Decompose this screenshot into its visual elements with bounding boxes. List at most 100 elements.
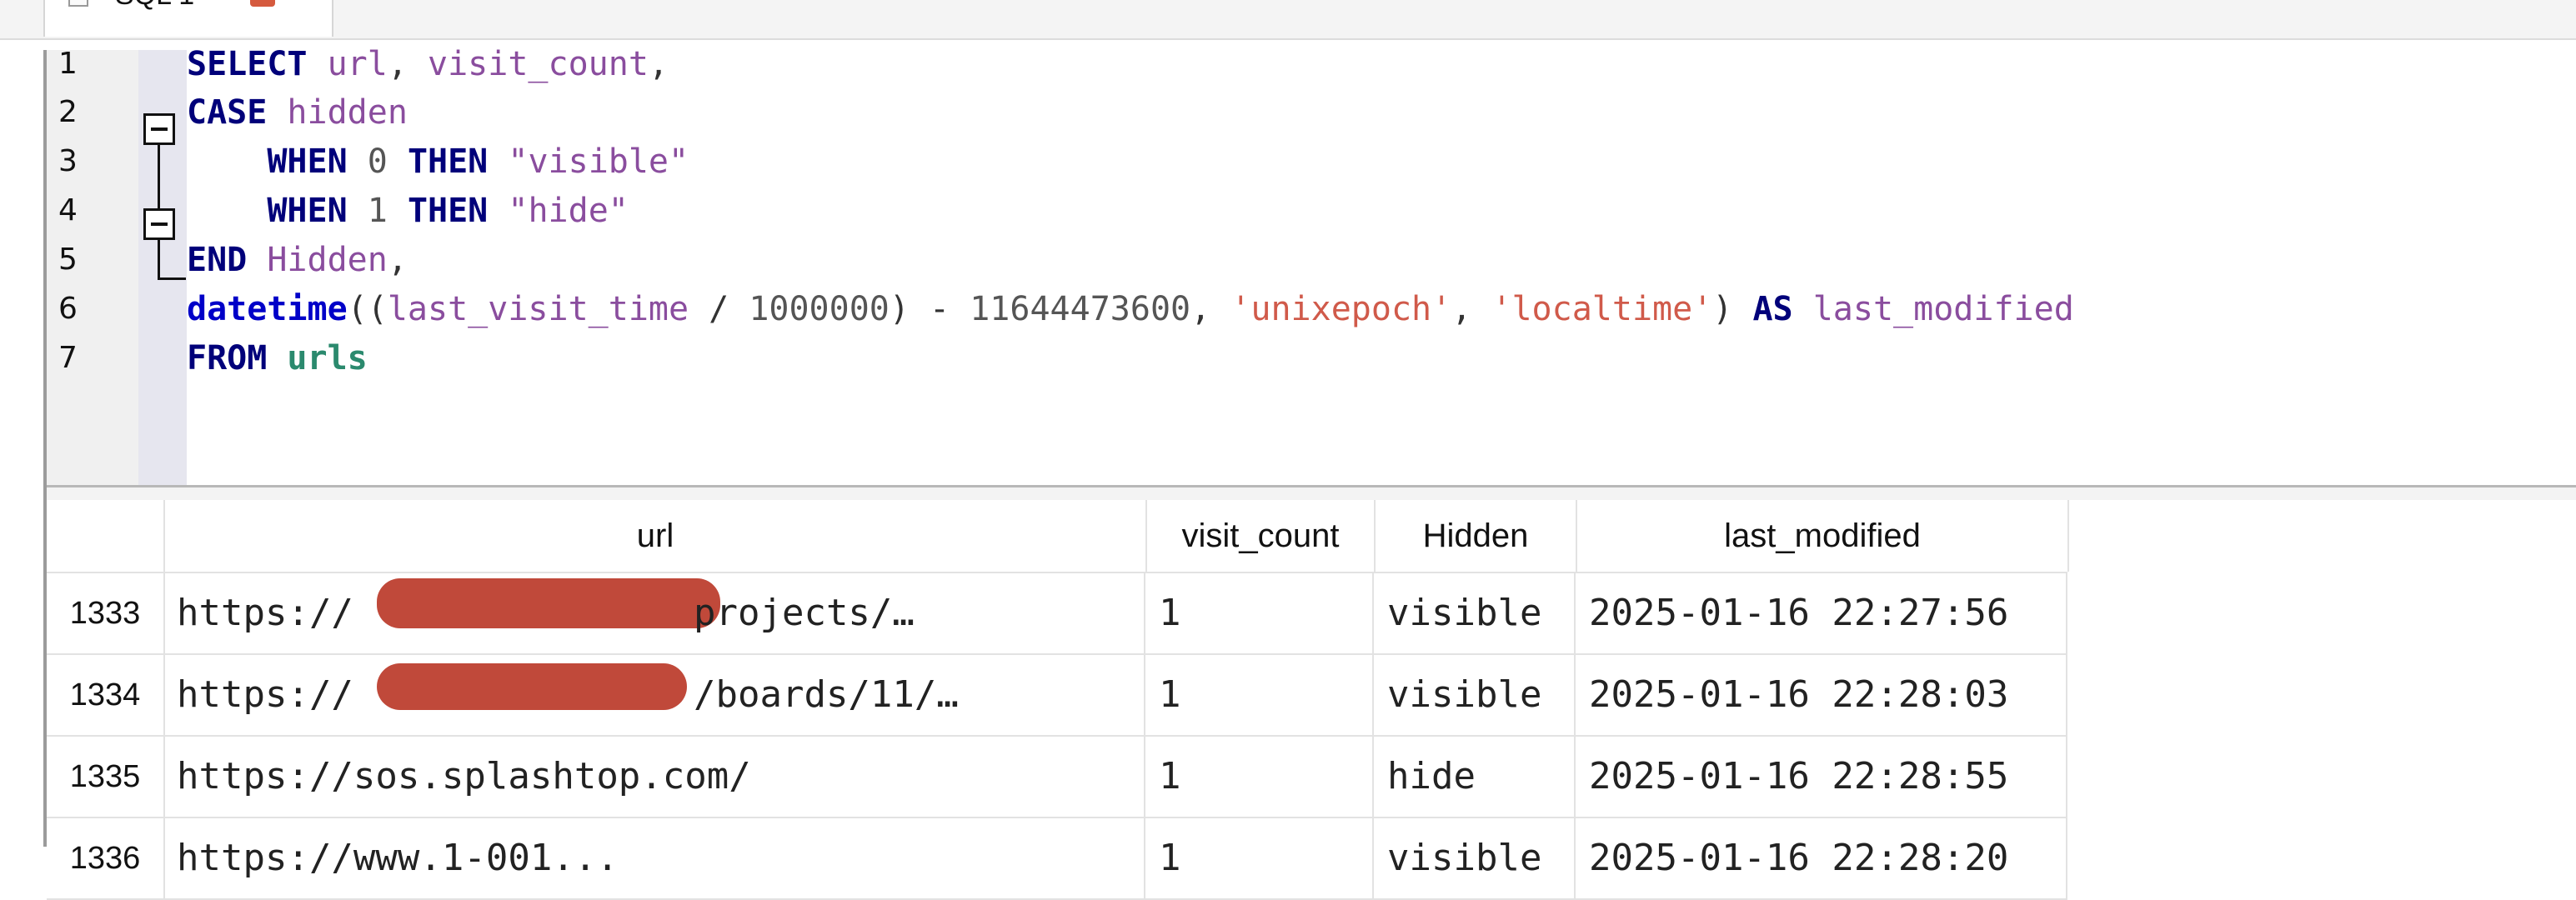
code-token: visit_count: [428, 45, 649, 83]
code-token: AS: [1752, 290, 1793, 328]
cell-url[interactable]: https://www.1-001...: [165, 818, 1145, 898]
code-token: ,: [387, 241, 408, 279]
fold-collapse-icon[interactable]: [143, 208, 175, 240]
column-header-last-modified[interactable]: last_modified: [1577, 500, 2069, 572]
cell-last-modified[interactable]: 2025-01-16 22:28:03: [1577, 655, 2067, 735]
row-number-header: [47, 500, 165, 572]
table-row[interactable]: 1333 https:// projects/… 1 visible 2025-01-16…: [47, 573, 2067, 655]
table-row[interactable]: 1335 https://sos.splashtop.com/1 hide 2025-…: [47, 737, 2067, 818]
row-number: 1333: [47, 573, 165, 653]
code-line[interactable]: WHEN 0 THEN "visible": [187, 138, 689, 186]
code-token: 11644473600: [970, 290, 1191, 328]
tab-sql-1[interactable]: SQL 1* ×: [43, 0, 333, 37]
code-token: "visible": [508, 142, 689, 181]
redaction-mark: [377, 578, 720, 628]
column-header-visit-count[interactable]: visit_count: [1147, 500, 1376, 572]
code-token: END: [187, 241, 248, 279]
code-token: CASE: [187, 93, 268, 132]
fold-line: [158, 145, 160, 208]
table-row[interactable]: 1334 https:// /boards/11/… 1 visible 2025-01-…: [47, 655, 2067, 737]
line-number: 4: [58, 193, 78, 228]
line-number: 7: [58, 341, 78, 375]
code-token: ,: [387, 45, 428, 83]
url-prefix: https://: [177, 673, 353, 716]
cell-visit-count[interactable]: 1: [1147, 818, 1374, 898]
code-token: datetime: [187, 290, 348, 328]
cell-last-modified[interactable]: 2025-01-16 22:27:56: [1577, 573, 2067, 653]
code-token: 0: [367, 142, 388, 181]
column-header-hidden[interactable]: Hidden: [1376, 500, 1577, 572]
code-token: /: [689, 290, 749, 328]
code-token: WHEN: [267, 192, 348, 230]
fold-margin: [138, 50, 187, 485]
redaction-mark: [377, 663, 687, 710]
cell-hidden[interactable]: visible: [1376, 818, 1576, 898]
code-token: Hidden: [267, 241, 388, 279]
code-line[interactable]: SELECT url, visit_count,: [187, 40, 669, 88]
row-number: 1336: [47, 818, 165, 898]
code-line[interactable]: datetime((last_visit_time / 1000000) - 1…: [187, 285, 2074, 333]
url-prefix: https://: [177, 592, 353, 634]
code-token: THEN: [407, 192, 489, 230]
code-token: WHEN: [267, 142, 348, 181]
row-number: 1334: [47, 655, 165, 735]
tab-bar: SQL 1* ×: [0, 0, 2576, 40]
code-token: "hide": [508, 192, 629, 230]
cell-hidden[interactable]: visible: [1376, 655, 1576, 735]
cell-url[interactable]: https:// /boards/11/…: [165, 655, 1145, 735]
line-number: 2: [58, 95, 78, 129]
code-token: urls: [287, 339, 368, 378]
cell-hidden[interactable]: hide: [1376, 737, 1576, 817]
code-token: ,: [1451, 290, 1492, 328]
cell-last-modified[interactable]: 2025-01-16 22:28:20: [1577, 818, 2067, 898]
cell-url[interactable]: https://sos.splashtop.com/: [165, 737, 1145, 817]
code-token: 1000000: [749, 290, 890, 328]
code-line[interactable]: CASE hidden: [187, 88, 408, 137]
line-number-gutter: 1 2 3 4 5 6 7: [47, 47, 138, 485]
results-grid[interactable]: url visit_count Hidden last_modified 133…: [47, 500, 2576, 900]
code-token: url: [327, 45, 388, 83]
code-line[interactable]: WHEN 1 THEN "hide": [187, 187, 629, 235]
fold-collapse-icon[interactable]: [143, 113, 175, 145]
code-token: THEN: [407, 142, 489, 181]
cell-visit-count[interactable]: 1: [1147, 655, 1374, 735]
document-icon: [68, 0, 88, 7]
cell-url[interactable]: https:// projects/…: [165, 573, 1145, 653]
code-token: hidden: [287, 93, 408, 132]
line-number: 6: [58, 292, 78, 326]
code-token: ,: [648, 45, 669, 83]
row-number: 1335: [47, 737, 165, 817]
cell-last-modified[interactable]: 2025-01-16 22:28:55: [1577, 737, 2067, 817]
cell-hidden[interactable]: visible: [1376, 573, 1576, 653]
grid-header: url visit_count Hidden last_modified: [47, 500, 2069, 573]
code-token: 1: [367, 192, 388, 230]
code-token: SELECT: [187, 45, 308, 83]
code-token: 'unixepoch': [1230, 290, 1452, 328]
code-token: FROM: [187, 339, 268, 378]
code-token: ) -: [889, 290, 970, 328]
code-token: 'localtime': [1491, 290, 1713, 328]
column-header-url[interactable]: url: [165, 500, 1147, 572]
code-line[interactable]: END Hidden,: [187, 236, 408, 284]
line-number: 1: [58, 47, 78, 81]
close-icon[interactable]: ×: [250, 0, 275, 7]
sql-editor[interactable]: 1 2 3 4 5 6 7 SELECT url, visit_count, CA…: [47, 45, 2576, 485]
table-row[interactable]: 1336 https://www.1-001... 1 visible 2025-01-…: [47, 818, 2067, 900]
line-number: 3: [58, 144, 78, 178]
code-token: ): [1712, 290, 1753, 328]
cell-visit-count[interactable]: 1: [1147, 737, 1374, 817]
code-line[interactable]: FROM urls: [187, 334, 368, 382]
cell-visit-count[interactable]: 1: [1147, 573, 1374, 653]
